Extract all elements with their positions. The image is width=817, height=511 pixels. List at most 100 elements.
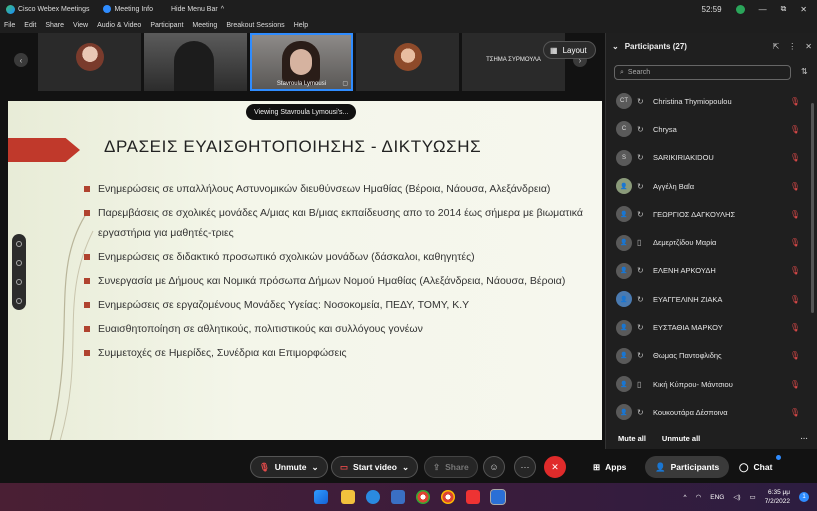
participant-name: ΓΕΩΡΓΙΟΣ ΔΑΓΚΟΥΛΗΣ xyxy=(653,209,736,219)
participant-search-input[interactable]: ⌕ Search xyxy=(614,65,791,80)
video-tile-2[interactable] xyxy=(144,33,247,91)
clock[interactable]: 6:35 μμ 7/2/2022 xyxy=(765,488,790,506)
start-menu-icon[interactable] xyxy=(314,490,328,504)
participant-row[interactable]: S ↻ SARIKIRIAKIDOU 🎙 xyxy=(606,144,817,172)
tile-options-icon[interactable]: ▢ xyxy=(342,80,348,87)
start-video-button[interactable]: ▭ Start video ⌄ xyxy=(331,456,419,478)
strip-prev-button[interactable]: ‹ xyxy=(14,53,28,67)
muted-mic-icon[interactable]: 🎙 xyxy=(790,380,800,389)
computer-audio-icon: ↻ xyxy=(637,153,644,163)
collapse-chevron-icon[interactable]: ⌄ xyxy=(612,42,619,51)
muted-mic-icon[interactable]: 🎙 xyxy=(790,323,800,332)
apps-button[interactable]: ⊞ Apps xyxy=(583,456,636,478)
participant-row[interactable]: 👤 ▯ Δεμερτζίδου Μαρία 🎙 xyxy=(606,228,817,256)
video-tile-active-speaker[interactable]: Stavroula Lymousi ▢ xyxy=(250,33,353,91)
sort-icon[interactable]: ⇅ xyxy=(801,67,808,76)
participant-row[interactable]: 👤 ↻ Θωμας Παντοφλιδης 🎙 xyxy=(606,342,817,370)
webex-taskbar-icon[interactable] xyxy=(490,489,506,505)
mute-all-button[interactable]: Mute all xyxy=(618,434,646,443)
more-options-button[interactable]: ··· xyxy=(514,456,536,478)
participant-row[interactable]: 👤 ↻ ΓΕΩΡΓΙΟΣ ΔΑΓΚΟΥΛΗΣ 🎙 xyxy=(606,200,817,228)
pointer-icon[interactable] xyxy=(16,259,22,266)
tile-label: Stavroula Lymousi xyxy=(276,81,327,87)
participant-row[interactable]: 👤 ↻ ΕΥΣΤΑΘΙΑ ΜΑΡΚΟΥ 🎙 xyxy=(606,313,817,341)
chevron-up-icon[interactable]: ^ xyxy=(684,494,687,501)
chevron-left-icon: ‹ xyxy=(19,55,23,65)
menu-item[interactable]: File xyxy=(4,22,15,29)
slide-bullet: Ενημερώσεις σε διδακτικό προσωπικό σχολι… xyxy=(82,247,592,267)
participant-row[interactable]: CT ↻ Christina Thymiopoulou 🎙 xyxy=(606,87,817,115)
zoom-out-icon[interactable] xyxy=(16,297,22,304)
more-options-icon[interactable]: ⋮ xyxy=(788,42,796,51)
meeting-info-button[interactable]: Meeting Info xyxy=(103,5,153,13)
menu-item[interactable]: Edit xyxy=(24,22,36,29)
wifi-icon[interactable]: ◠ xyxy=(696,493,702,501)
layout-button[interactable]: ▦ Layout xyxy=(543,41,596,59)
popout-icon[interactable]: ⇱ xyxy=(773,42,780,51)
zoom-in-icon[interactable] xyxy=(16,278,22,285)
hide-menu-bar-button[interactable]: Hide Menu Bar ^ xyxy=(171,6,224,13)
reactions-button[interactable]: ☺ xyxy=(483,456,505,478)
muted-mic-icon[interactable]: 🎙 xyxy=(790,182,800,191)
participants-footer: Mute all Unmute all ··· xyxy=(606,429,817,447)
unmute-all-button[interactable]: Unmute all xyxy=(662,434,700,443)
participant-row[interactable]: 👤 ▯ Κική Κύπρου- Μάντσιου 🎙 xyxy=(606,370,817,398)
skype-icon[interactable] xyxy=(366,490,380,504)
share-button[interactable]: ⇪ Share xyxy=(424,456,478,478)
computer-audio-icon: ↻ xyxy=(637,124,644,134)
muted-mic-icon[interactable]: 🎙 xyxy=(790,125,800,134)
volume-icon[interactable]: ◁) xyxy=(733,493,740,501)
chrome-profile-icon[interactable] xyxy=(441,490,455,504)
menu-item[interactable]: Help xyxy=(294,22,308,29)
participant-name: Christina Thymiopoulou xyxy=(653,96,732,106)
menu-item[interactable]: Breakout Sessions xyxy=(226,22,284,29)
muted-mic-icon[interactable]: 🎙 xyxy=(790,295,800,304)
language-indicator[interactable]: ENG xyxy=(710,494,724,501)
muted-mic-icon[interactable]: 🎙 xyxy=(790,97,800,106)
muted-mic-icon[interactable]: 🎙 xyxy=(790,153,800,162)
participant-avatar: 👤 xyxy=(616,376,632,393)
menu-item[interactable]: Audio & Video xyxy=(97,22,141,29)
participant-row[interactable]: 👤 ↻ Κουκουτάρα Δέσποινα 🎙 xyxy=(606,398,817,426)
battery-icon[interactable]: ▭ xyxy=(750,493,756,501)
muted-mic-icon[interactable]: 🎙 xyxy=(790,238,800,247)
menu-item[interactable]: View xyxy=(73,22,88,29)
participant-row[interactable]: 👤 ↻ Αγγέλη Βαΐα 🎙 xyxy=(606,172,817,200)
participant-list-scrollbar[interactable] xyxy=(811,103,814,313)
muted-mic-icon[interactable]: 🎙 xyxy=(790,210,800,219)
annotate-icon[interactable] xyxy=(16,240,22,247)
pdf-reader-icon[interactable] xyxy=(466,490,480,504)
slide-bullet: Ενημερώσεις σε υπαλλήλους Αστυνομικών δι… xyxy=(82,179,592,199)
teams-icon[interactable] xyxy=(391,490,405,504)
participant-avatar xyxy=(393,43,422,71)
os-taskbar: ^ ◠ ENG ◁) ▭ 6:35 μμ 7/2/2022 1 xyxy=(0,483,817,511)
menu-item[interactable]: Meeting xyxy=(192,22,217,29)
menu-item[interactable]: Share xyxy=(45,22,64,29)
file-explorer-icon[interactable] xyxy=(341,490,355,504)
minimize-button[interactable]: — xyxy=(759,5,767,14)
restore-button[interactable]: ⧉ xyxy=(781,4,787,14)
menu-item[interactable]: Participant xyxy=(150,22,183,29)
muted-mic-icon[interactable]: 🎙 xyxy=(790,266,800,275)
menu-bar: File Edit Share View Audio & Video Participan… xyxy=(0,18,817,33)
video-tile-1[interactable] xyxy=(38,33,141,91)
muted-mic-icon[interactable]: 🎙 xyxy=(790,408,800,417)
more-icon[interactable]: ··· xyxy=(801,434,809,443)
close-button[interactable]: ✕ xyxy=(800,5,807,14)
chat-bubble-icon: ◯ xyxy=(739,461,749,472)
close-panel-icon[interactable]: ✕ xyxy=(805,42,812,51)
participant-name: SARIKIRIAKIDOU xyxy=(653,153,714,163)
participant-row[interactable]: 👤 ↻ ΕΛΕΝΗ ΑΡΚΟΥΔΗ 🎙 xyxy=(606,257,817,285)
video-tile-4[interactable] xyxy=(356,33,459,91)
notification-badge[interactable]: 1 xyxy=(799,492,809,502)
participant-row[interactable]: 👤 ↻ ΕΥΑΓΓΕΛΙΝΗ ΖΙΑΚΑ 🎙 xyxy=(606,285,817,313)
muted-mic-icon[interactable]: 🎙 xyxy=(790,351,800,360)
participant-avatar: 👤 xyxy=(616,291,632,308)
leave-meeting-button[interactable]: ✕ xyxy=(544,456,566,478)
participants-button[interactable]: 👤 Participants xyxy=(645,456,730,478)
chrome-icon[interactable] xyxy=(416,490,430,504)
unmute-button[interactable]: 🎙 Unmute ⌄ xyxy=(250,456,328,478)
participant-row[interactable]: C ↻ Chrysa 🎙 xyxy=(606,115,817,143)
window-controls: 52:59 — ⧉ ✕ xyxy=(702,0,817,18)
chat-button[interactable]: ◯ Chat xyxy=(729,456,782,478)
